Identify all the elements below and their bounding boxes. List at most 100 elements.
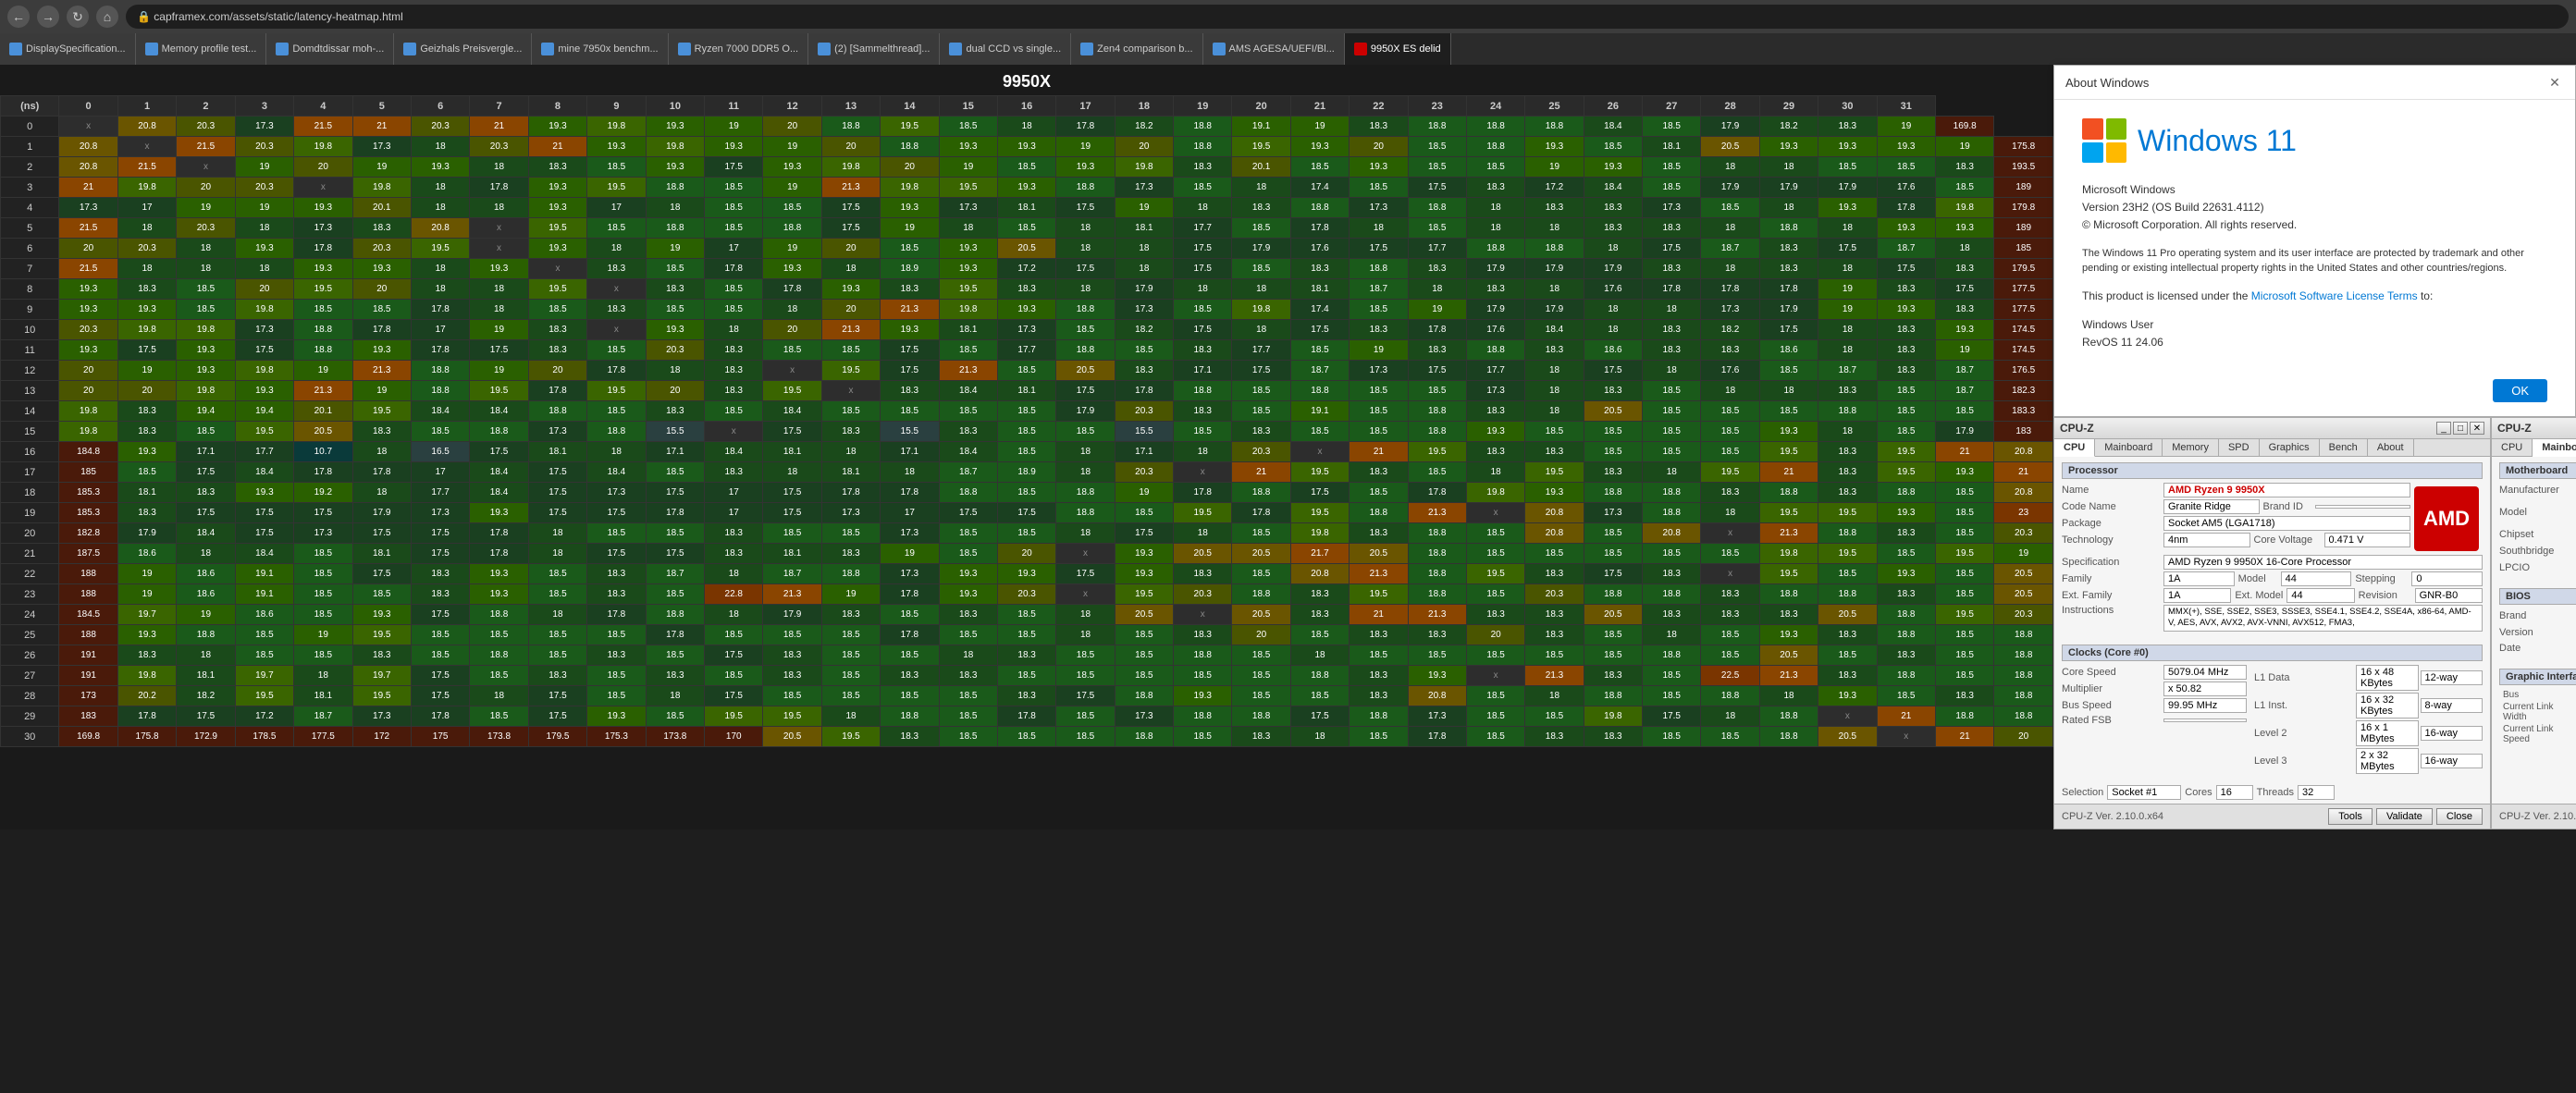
cpuz-l3-row: Level 3 2 x 32 MBytes 16-way: [2254, 748, 2483, 774]
cpuz-chipset-label: Chipset: [2499, 529, 2576, 540]
cpuz-left-tab-about[interactable]: About: [2368, 439, 2414, 456]
cpuz-sb-label: Southbridge: [2499, 546, 2576, 557]
cpuz-mb-section: Motherboard Manufacturer ASUSTeK COMPUTE…: [2492, 457, 2576, 583]
cpuz-left-titlebar: CPU-Z _ □ ✕: [2054, 418, 2490, 439]
cpuz-gi-table: Bus PCI-Express 4.0 Current Link Width x…: [2499, 689, 2576, 745]
table-row: 21187.518.61818.418.518.117.517.81817.51…: [1, 544, 2053, 564]
table-row: 120.8x21.520.319.817.31820.32119.319.819…: [1, 137, 2053, 157]
cpuz-left-tab-spd[interactable]: SPD: [2219, 439, 2260, 456]
forward-button[interactable]: →: [37, 6, 59, 28]
table-row: 2918317.817.517.218.717.317.818.517.519.…: [1, 706, 2053, 727]
cpuz-left-tab-mainboard[interactable]: Mainboard: [2095, 439, 2163, 456]
tab-7[interactable]: dual CCD vs single...: [940, 33, 1071, 65]
cpuz-spec-label: Specification: [2062, 557, 2163, 568]
cpuz-right-panel: CPU-Z _ □ ✕ CPU Mainboard Memory SPD Gra…: [2491, 417, 2576, 829]
tab-4[interactable]: mine 7950x benchm...: [532, 33, 668, 65]
cpuz-bios-title: BIOS: [2499, 588, 2576, 605]
cpuz-processor-title: Processor: [2062, 462, 2483, 479]
cpuz-corespeed-value: 5079.04 MHz: [2163, 665, 2247, 680]
col-header-ns: (ns): [1, 96, 59, 117]
tab-1[interactable]: Memory profile test...: [136, 33, 267, 65]
cpuz-threads-input[interactable]: [2298, 785, 2335, 800]
home-button[interactable]: ⌂: [96, 6, 118, 28]
license-link[interactable]: Microsoft Software License Terms: [2251, 289, 2418, 302]
cpuz-voltage-label: Core Voltage: [2250, 534, 2324, 546]
cpuz-left-tools-btn[interactable]: Tools: [2328, 808, 2373, 825]
tab-10[interactable]: 9950X ES delid: [1345, 33, 1451, 65]
cpuz-left-close-btn[interactable]: Close: [2436, 808, 2483, 825]
cpuz-left-tabs: CPU Mainboard Memory SPD Graphics Bench …: [2054, 439, 2490, 457]
cpuz-selection-label: Selection: [2062, 787, 2103, 798]
cpuz-cores-input[interactable]: [2216, 785, 2253, 800]
cpuz-name-row: Name AMD Ryzen 9 9950X: [2062, 483, 2410, 497]
cpuz-left-footer: CPU-Z Ver. 2.10.0.x64 Tools Validate Clo…: [2054, 804, 2490, 829]
tab-3[interactable]: Geizhals Preisvergle...: [394, 33, 532, 65]
cpuz-right-tab-mainboard[interactable]: Mainboard: [2533, 439, 2576, 457]
cpuz-left-tab-bench[interactable]: Bench: [2320, 439, 2368, 456]
about-windows-dialog: About Windows ✕ Windows 11 Microsoft Win…: [2053, 65, 2576, 417]
cpuz-left-winbtns: _ □ ✕: [2436, 422, 2484, 435]
cpuz-chipset-row: Chipset AMD Ryzen SOC Rev. 00: [2499, 527, 2576, 542]
cpuz-left-minimize[interactable]: _: [2436, 422, 2451, 435]
dialog-close-button[interactable]: ✕: [2545, 73, 2564, 92]
lock-icon: 🔒: [137, 10, 151, 23]
cpuz-right-titlebar: CPU-Z _ □ ✕: [2492, 418, 2576, 439]
cpuz-left-close[interactable]: ✕: [2470, 422, 2484, 435]
tab-5[interactable]: Ryzen 7000 DDR5 O...: [669, 33, 809, 65]
cpuz-multiplier-value: x 50.82: [2163, 682, 2247, 696]
tab-2[interactable]: Domdtdissar moh-...: [266, 33, 394, 65]
version-text: Version 23H2 (OS Build 22631.4112): [2082, 199, 2547, 216]
cpuz-right-tab-cpu[interactable]: CPU: [2492, 439, 2533, 456]
cpuz-gi-title: Graphic Interface: [2499, 669, 2576, 685]
cpuz-left-tab-graphics[interactable]: Graphics: [2260, 439, 2320, 456]
table-row: 18185.318.118.319.319.21817.718.417.517.…: [1, 483, 2053, 503]
cpuz-left-tab-memory[interactable]: Memory: [2163, 439, 2219, 456]
back-button[interactable]: ←: [7, 6, 30, 28]
tab-9[interactable]: AMS AGESA/UEFI/Bl...: [1203, 33, 1345, 65]
table-row: 721.518181819.319.31819.3x18.318.517.819…: [1, 259, 2053, 279]
ms-windows-label: Microsoft Windows: [2082, 181, 2547, 199]
cpuz-left-tab-cpu[interactable]: CPU: [2054, 439, 2095, 457]
win11-sq-green: [2106, 118, 2127, 140]
cpuz-multiplier-row: Multiplier x 50.82: [2062, 682, 2247, 696]
about-info: Microsoft Windows Version 23H2 (OS Build…: [2082, 181, 2547, 351]
cpuz-bios-section: BIOS Brand American Megatrends Inc. Vers…: [2492, 583, 2576, 663]
cpuz-voltage-value: 0.471 V: [2324, 533, 2411, 547]
cpuz-socket-input[interactable]: [2107, 785, 2181, 800]
tab-8[interactable]: Zen4 comparison b...: [1071, 33, 1202, 65]
win11-logo: Windows 11: [2082, 118, 2547, 163]
cpuz-mb-model-label: Model: [2499, 507, 2576, 518]
cpuz-left-maximize[interactable]: □: [2453, 422, 2468, 435]
table-row: 521.51820.31817.318.320.8x19.518.518.818…: [1, 218, 2053, 239]
cpuz-tech-value: 4nm: [2163, 533, 2250, 547]
cpuz-l2-label: Level 2: [2254, 728, 2356, 739]
cpuz-family-value: 1A: [2163, 571, 2235, 586]
license-to: to:: [2421, 289, 2433, 302]
reload-button[interactable]: ↻: [67, 6, 89, 28]
heatmap-page: 9950X (ns) 01234567891011121314151617181…: [0, 65, 2053, 829]
cpuz-left-validate-btn[interactable]: Validate: [2376, 808, 2433, 825]
right-panels: About Windows ✕ Windows 11 Microsoft Win…: [2053, 65, 2576, 829]
tab-6[interactable]: (2) [Sammelthread]...: [808, 33, 940, 65]
table-row: 1419.818.319.419.420.119.518.418.418.818…: [1, 401, 2053, 422]
address-bar[interactable]: 🔒 capframex.com/assets/static/latency-he…: [126, 5, 2569, 29]
cpuz-mb-mfr-row: Manufacturer ASUSTeK COMPUTER INC.: [2499, 483, 2576, 497]
table-row: 13202019.819.321.31918.819.517.819.52018…: [1, 381, 2053, 401]
dialog-body: Windows 11 Microsoft Windows Version 23H…: [2054, 100, 2575, 370]
cpuz-name-label: Name: [2062, 485, 2163, 496]
cpuz-bios-date-label: Date: [2499, 643, 2576, 654]
cpuz-tech-label: Technology: [2062, 534, 2163, 546]
table-row: 32119.82020.3x19.81817.819.319.518.818.5…: [1, 178, 2053, 198]
cpuz-package-value: Socket AM5 (LGA1718): [2163, 516, 2410, 531]
ok-button[interactable]: OK: [2493, 379, 2547, 402]
cpuz-southbridge-row: Southbridge AMD X670E Rev. 51: [2499, 544, 2576, 559]
table-row: 1718518.517.518.417.817.81718.417.518.41…: [1, 462, 2053, 483]
cpuz-threads-label: Threads: [2257, 787, 2294, 798]
cpuz-stepping-label: Stepping: [2351, 573, 2411, 584]
tab-0[interactable]: DisplaySpecification...: [0, 33, 136, 65]
win11-sq-yellow: [2106, 142, 2127, 164]
cpuz-cores-label: Cores: [2185, 787, 2212, 798]
dialog-titlebar: About Windows ✕: [2054, 66, 2575, 100]
cpuz-codename-value: Granite Ridge: [2163, 499, 2260, 514]
table-row: 919.319.318.519.818.518.517.81818.518.31…: [1, 300, 2053, 320]
